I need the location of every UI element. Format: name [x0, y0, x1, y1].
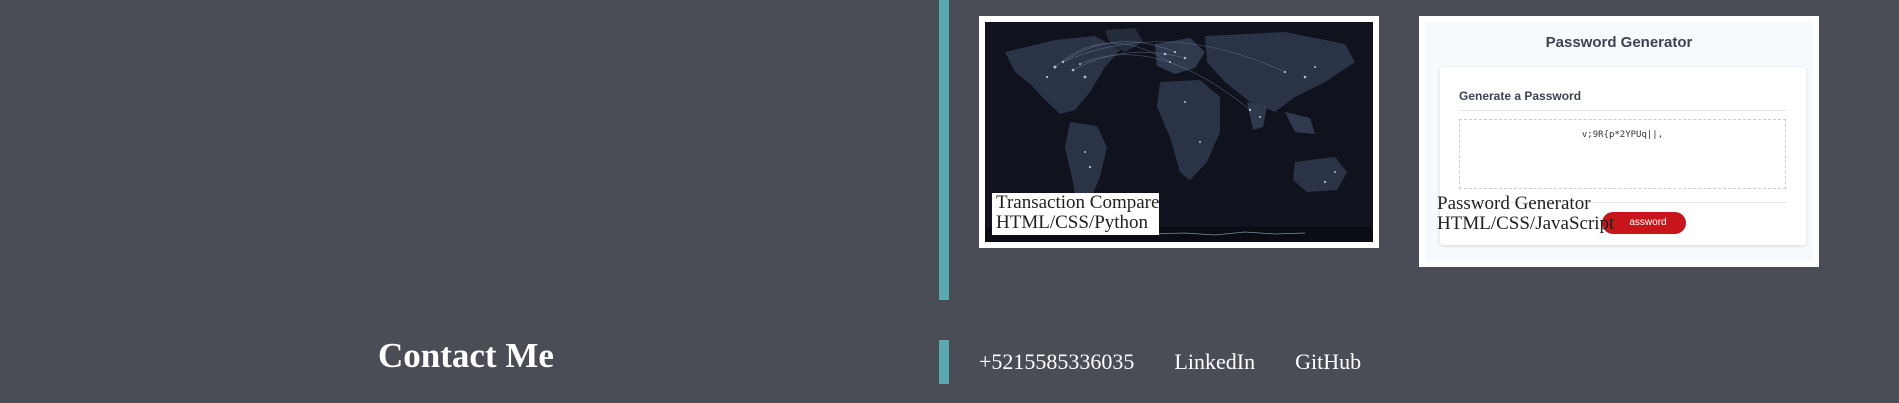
- contact-links: +5215585336035 LinkedIn GitHub: [979, 349, 1361, 375]
- password-output: v;9R{p*2YPUq||,: [1459, 119, 1786, 189]
- contact-heading: Contact Me: [378, 336, 554, 375]
- accent-bar-contact: [939, 340, 949, 384]
- accent-bar-projects: [939, 0, 949, 300]
- project-caption: Transaction Compare HTML/CSS/Python: [992, 192, 1160, 235]
- linkedin-link[interactable]: LinkedIn: [1174, 349, 1255, 375]
- project-name: Password Generator: [1437, 193, 1591, 214]
- project-caption: Password Generator HTML/CSS/JavaScript: [1437, 194, 1614, 234]
- project-card-password-generator[interactable]: Password Generator Generate a Password v…: [1419, 16, 1819, 267]
- screenshot-subtitle: Generate a Password: [1459, 89, 1582, 103]
- divider: [1459, 110, 1787, 111]
- github-link[interactable]: GitHub: [1295, 349, 1361, 375]
- generate-password-button: assword: [1602, 212, 1686, 234]
- screenshot-title: Password Generator: [1545, 34, 1693, 51]
- project-card-transaction-compare[interactable]: Transaction Compare HTML/CSS/Python: [979, 16, 1379, 248]
- project-name: Transaction Compare: [996, 192, 1160, 213]
- project-stack: HTML/CSS/Python: [996, 212, 1149, 233]
- phone-link[interactable]: +5215585336035: [979, 349, 1134, 375]
- project-stack: HTML/CSS/JavaScript: [1437, 213, 1615, 234]
